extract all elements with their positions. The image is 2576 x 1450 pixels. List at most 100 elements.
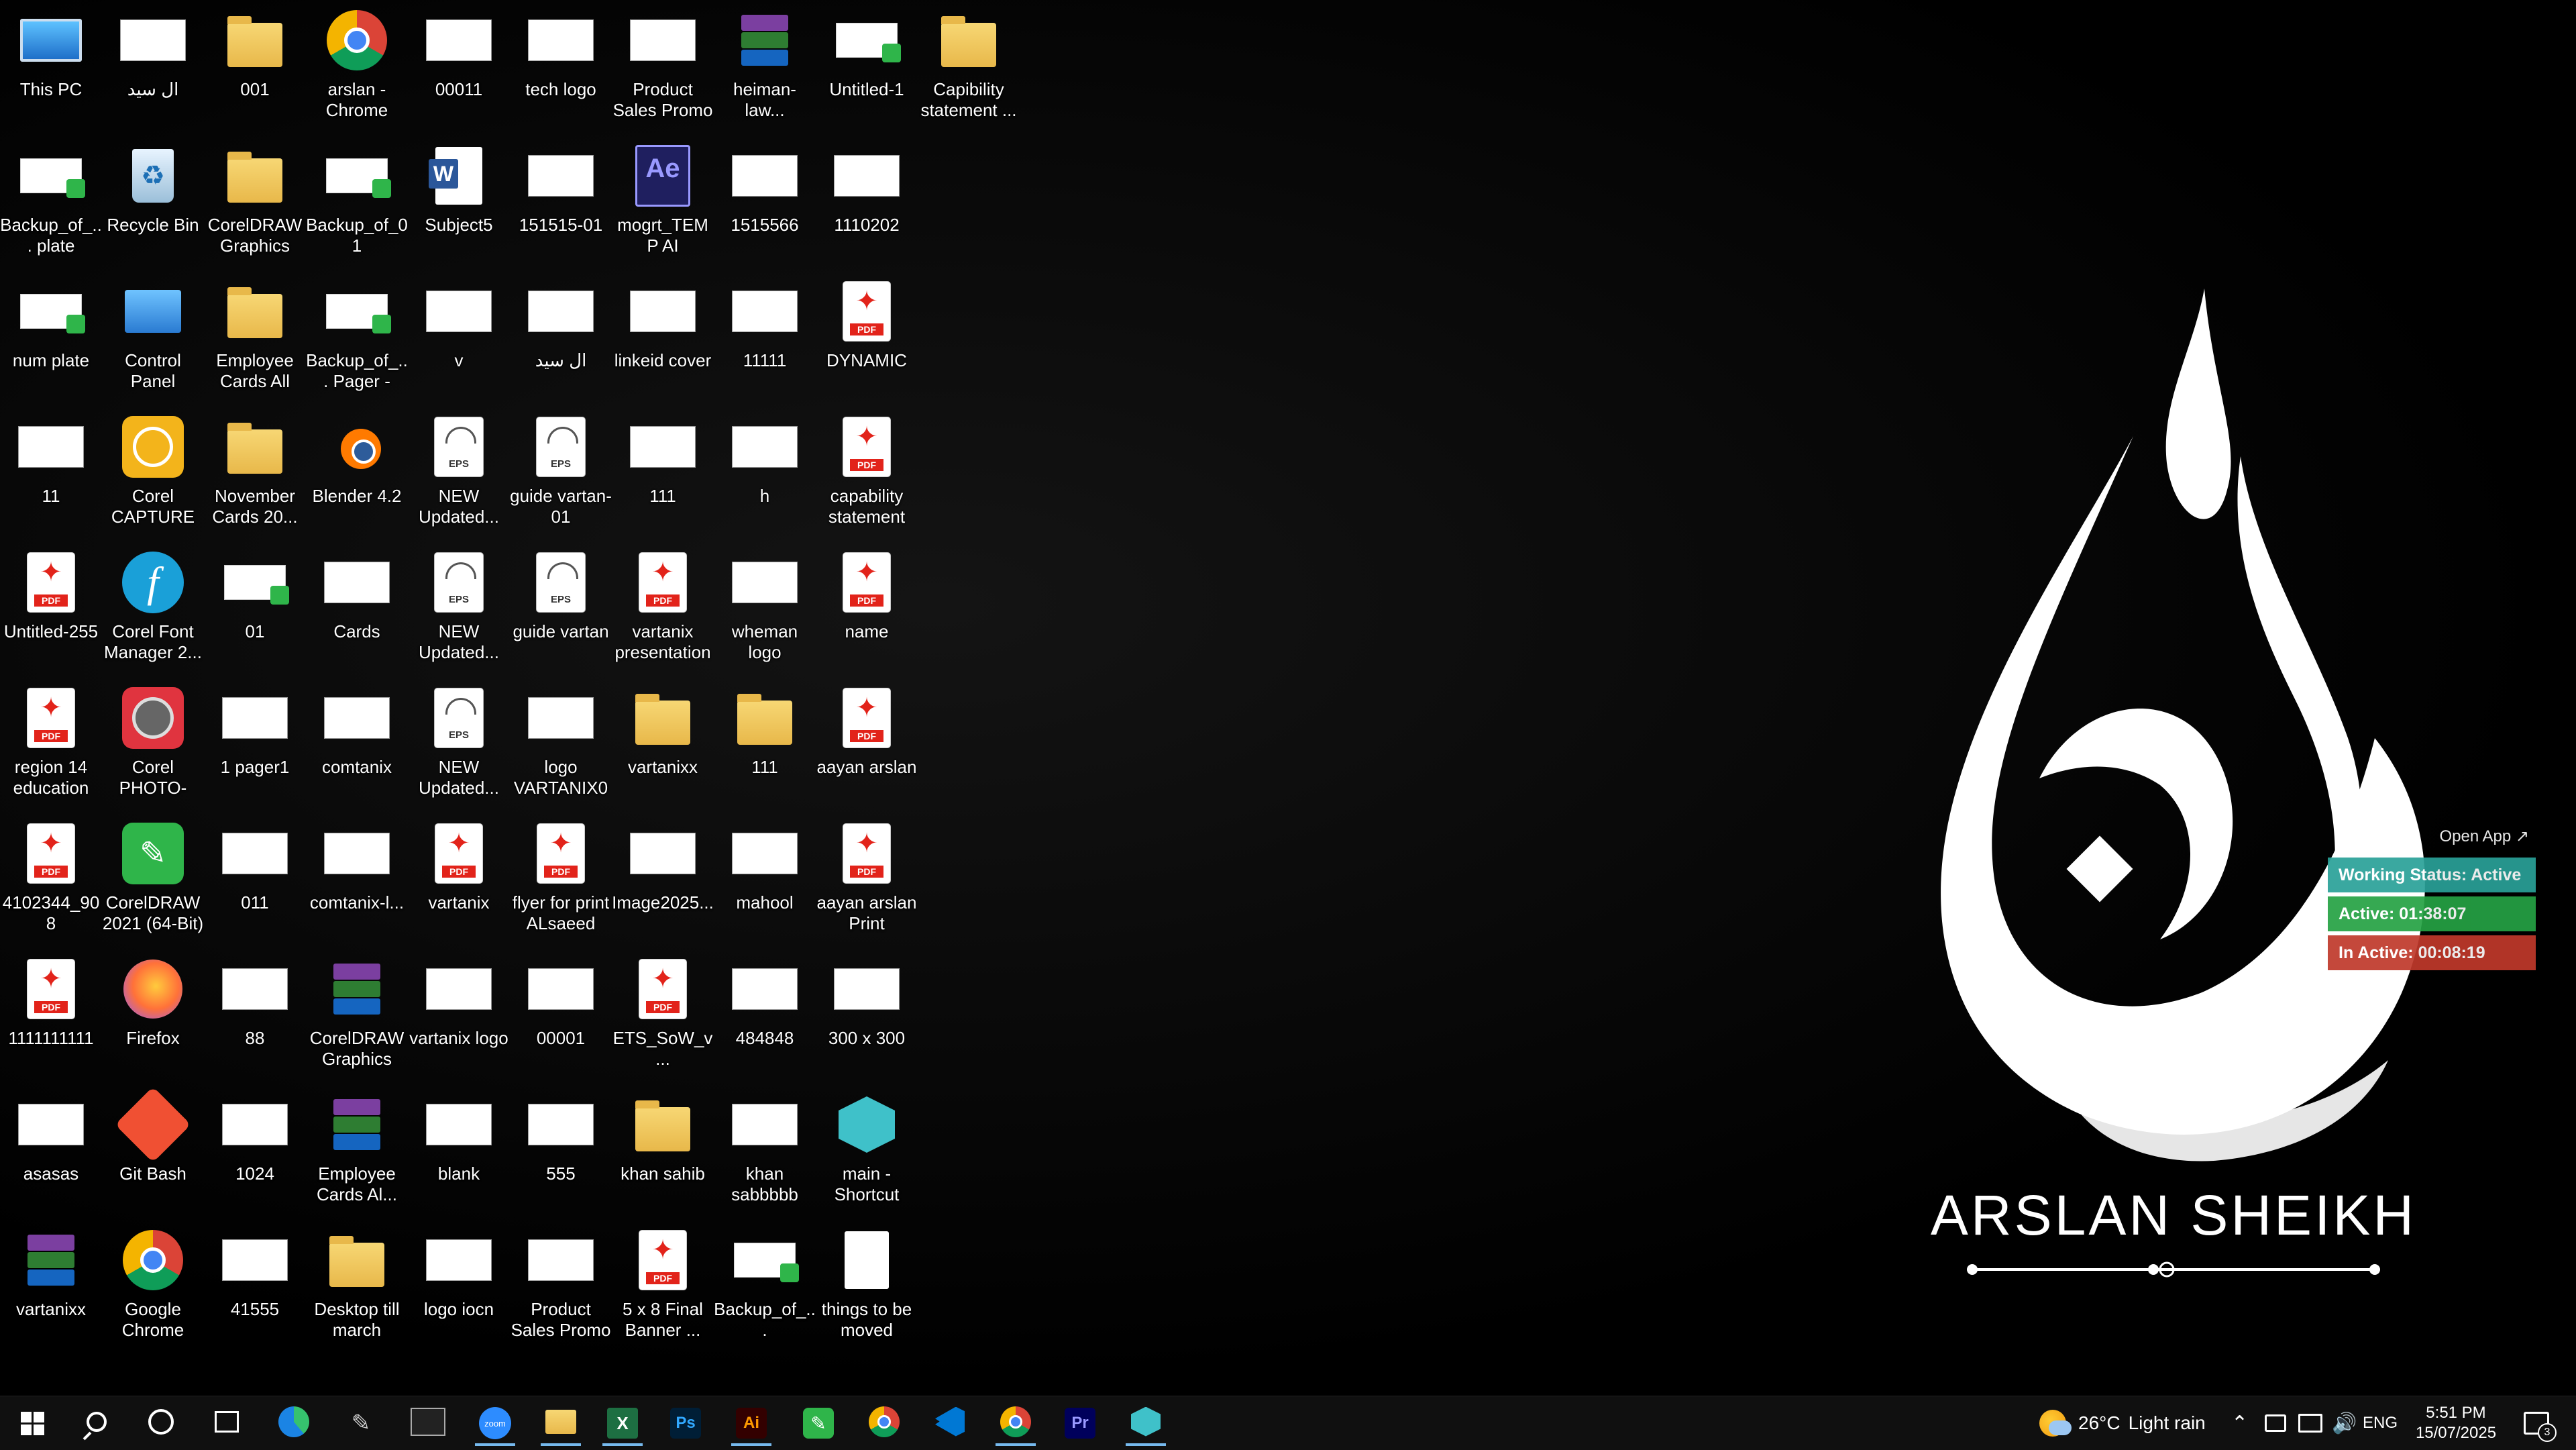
desktop-icon[interactable]: khan sabbbbb [714, 1084, 816, 1220]
desktop-icon[interactable]: ✦ PDF aayan arslan [816, 678, 918, 813]
weather-widget[interactable]: 26°C Light rain [2039, 1396, 2206, 1450]
vscode-app[interactable] [918, 1400, 982, 1446]
desktop-icon[interactable]: ✦ PDF DYNAMIC [816, 271, 918, 407]
desktop-icon[interactable]: linkeid cover [612, 271, 714, 407]
desktop-icon[interactable]: ✦ PDF aayan arslan Print [816, 813, 918, 949]
desktop-icon[interactable]: num plate [0, 271, 102, 407]
desktop-icon[interactable]: tech logo [510, 0, 612, 136]
illustrator-app[interactable]: Ai [719, 1400, 784, 1446]
tray-volume-icon[interactable]: 🔊 [2332, 1396, 2357, 1450]
desktop-icon[interactable]: Google Chrome [102, 1220, 204, 1355]
desktop-icon[interactable]: mahool [714, 813, 816, 949]
desktop-icon[interactable]: comtanix-l... [306, 813, 408, 949]
desktop-icon[interactable]: asasas [0, 1084, 102, 1220]
desktop-icon[interactable]: things to be moved [816, 1220, 918, 1355]
edge-app[interactable] [262, 1400, 326, 1446]
desktop-icon[interactable]: 00011 [408, 0, 510, 136]
desktop-icon[interactable]: 1024 [204, 1084, 306, 1220]
desktop-icon[interactable]: Employee Cards All [204, 271, 306, 407]
desktop-icon[interactable]: 1110202 [816, 136, 918, 271]
desktop-icon[interactable]: ✦PDFflyer for print ALsaeed po... [510, 813, 612, 949]
desktop-icon[interactable]: Backup_of_... plate [0, 136, 102, 271]
desktop-icon[interactable]: Desktop till march [306, 1220, 408, 1355]
desktop-icon[interactable]: EPS NEW Updated... [408, 407, 510, 542]
tray-network-icon[interactable] [2298, 1396, 2322, 1450]
desktop-icon[interactable]: logo VARTANIX01 [510, 678, 612, 813]
desktop-icon[interactable]: Product Sales Promo Pack... [612, 0, 714, 136]
desktop-icon[interactable]: vartanixx [612, 678, 714, 813]
desktop-icon[interactable]: ✦ PDF ETS_SoW_v... [612, 949, 714, 1084]
desktop-icon[interactable]: Backup_of_01 [306, 136, 408, 271]
desktop-icon[interactable]: Aemogrt_TEMP AI (convert... [612, 136, 714, 271]
pen-app[interactable]: ✎ [329, 1400, 393, 1446]
desktop-icon[interactable]: arslan - Chrome [306, 0, 408, 136]
desktop-icon[interactable]: 151515-01 [510, 136, 612, 271]
desktop-icon[interactable]: ال سيد [102, 0, 204, 136]
desktop-icon[interactable]: ✦ PDF 5 x 8 Final Banner ... [612, 1220, 714, 1355]
tray-meet-icon[interactable] [2265, 1396, 2286, 1450]
desktop-icon[interactable]: ✦ PDF Untitled-255 [0, 542, 102, 678]
desktop-icon[interactable]: ال سيد [510, 271, 612, 407]
desktop-icon[interactable]: ✎ CorelDRAW 2021 (64-Bit) [102, 813, 204, 949]
desktop-icon[interactable]: 484848 [714, 949, 816, 1084]
tray-overflow-button[interactable]: ⌃ [2231, 1396, 2248, 1450]
desktop-icon[interactable]: 001 [204, 0, 306, 136]
desktop-icon[interactable]: Employee Cards Al... [306, 1084, 408, 1220]
desktop-icon[interactable]: W Subject5 [408, 136, 510, 271]
desktop-icon[interactable]: Product Sales Promo Pack... [510, 1220, 612, 1355]
terminal-app[interactable] [396, 1400, 460, 1446]
desktop-icon[interactable]: vartanixx [0, 1220, 102, 1355]
desktop-icon[interactable]: 011 [204, 813, 306, 949]
desktop-icon[interactable]: CorelDRAW Graphics Su... [204, 136, 306, 271]
desktop-icon[interactable]: 300 x 300 [816, 949, 918, 1084]
desktop-icon[interactable]: Capibility statement ... [918, 0, 1020, 136]
desktop-icon[interactable]: khan sahib [612, 1084, 714, 1220]
desktop-icon[interactable]: EPS NEW Updated... [408, 678, 510, 813]
desktop-icon[interactable]: logo iocn [408, 1220, 510, 1355]
desktop-icon[interactable]: 1 pager1 [204, 678, 306, 813]
desktop-icon[interactable]: 00001 [510, 949, 612, 1084]
open-app-link[interactable]: Open App ↗ [2328, 823, 2536, 853]
desktop-icon[interactable]: 111 [612, 407, 714, 542]
desktop-icon[interactable]: ✦ PDF capability statement [816, 407, 918, 542]
cortana-button[interactable] [129, 1400, 193, 1446]
excel-app[interactable]: X [590, 1400, 655, 1446]
desktop-icon[interactable]: Blender 4.2 [306, 407, 408, 542]
desktop-icon[interactable]: Untitled-1 [816, 0, 918, 136]
desktop-icon[interactable]: v [408, 271, 510, 407]
desktop-icon[interactable]: h [714, 407, 816, 542]
desktop-icon[interactable]: 111 [714, 678, 816, 813]
desktop-icon[interactable]: Control Panel [102, 271, 204, 407]
start-button[interactable] [0, 1400, 64, 1446]
desktop-icon[interactable]: f Corel Font Manager 2... [102, 542, 204, 678]
desktop[interactable]: This PC ال سيد 001 arslan - Chrome 00011 tech… [0, 0, 2576, 1396]
coreldraw-app[interactable]: ✎ [786, 1400, 851, 1446]
photoshop-app[interactable]: Ps [653, 1400, 718, 1446]
desktop-icon[interactable]: 555 [510, 1084, 612, 1220]
zoom-app[interactable]: zoom [463, 1400, 527, 1446]
chrome-profile-app[interactable] [983, 1400, 1048, 1446]
desktop-icon[interactable]: blank [408, 1084, 510, 1220]
action-center-button[interactable]: 3 [2513, 1396, 2560, 1450]
task-view-button[interactable] [195, 1400, 259, 1446]
chrome-app[interactable] [852, 1400, 916, 1446]
desktop-icon[interactable]: Git Bash [102, 1084, 204, 1220]
desktop-icon[interactable]: ✦ PDF vartanix presentation [612, 542, 714, 678]
desktop-icon[interactable]: EPS guide vartan [510, 542, 612, 678]
desktop-icon[interactable]: Firefox [102, 949, 204, 1084]
clock[interactable]: 5:51 PM 15/07/2025 [2412, 1396, 2500, 1450]
language-indicator[interactable]: ENG [2363, 1396, 2398, 1450]
desktop-icon[interactable]: ✦PDFregion 14 education s... [0, 678, 102, 813]
desktop-icon[interactable]: ✦ PDF vartanix [408, 813, 510, 949]
desktop-icon[interactable]: ✦ PDF 1111111111 [0, 949, 102, 1084]
file-explorer-app[interactable] [529, 1400, 593, 1446]
desktop-icon[interactable]: 88 [204, 949, 306, 1084]
desktop-icon[interactable]: main - Shortcut [816, 1084, 918, 1220]
desktop-icon[interactable]: 1515566 [714, 136, 816, 271]
desktop-icon[interactable]: ✦ PDF name [816, 542, 918, 678]
desktop-icon[interactable]: Backup_of_... Pager - NY... [306, 271, 408, 407]
desktop-icon[interactable]: 11111 [714, 271, 816, 407]
desktop-icon[interactable]: EPS NEW Updated... [408, 542, 510, 678]
tracker-app[interactable] [1114, 1400, 1178, 1446]
desktop-icon[interactable]: Corel CAPTURE 2... [102, 407, 204, 542]
